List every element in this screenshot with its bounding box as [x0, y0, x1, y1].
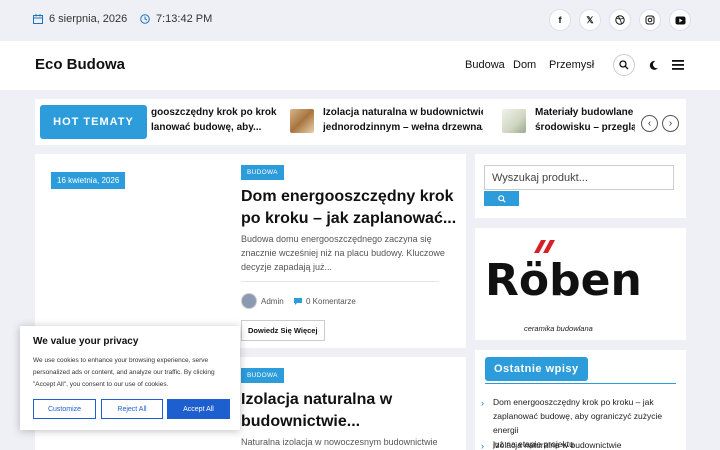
search-icon	[619, 60, 629, 70]
site-header: Eco Budowa Budowa Dom Przemysł	[0, 41, 720, 90]
dribbble-icon[interactable]	[609, 9, 631, 31]
clock-icon	[140, 14, 150, 24]
hot-topics-bar: HOT TEMATY gooszczędny krok po kroku lano…	[35, 99, 686, 145]
date-display: 6 sierpnia, 2026	[33, 13, 127, 25]
date-text: 6 sierpnia, 2026	[49, 13, 128, 25]
recent-post-link[interactable]: › Izolacja naturalna w budownictwie	[481, 438, 678, 450]
hot-topic-thumbnail[interactable]	[502, 109, 526, 133]
facebook-icon[interactable]: f	[549, 9, 571, 31]
ad-tagline: ceramika budowlana	[524, 324, 593, 333]
avatar	[241, 293, 257, 309]
post-comments[interactable]: 0 Komentarze	[294, 297, 356, 306]
hot-topic-item[interactable]: gooszczędny krok po kroku lanować budowę,…	[151, 105, 277, 135]
moon-icon	[649, 60, 658, 70]
hot-topic-thumbnail[interactable]	[290, 109, 314, 133]
calendar-icon	[33, 14, 43, 24]
nav-item-dom[interactable]: Dom	[513, 59, 536, 71]
search-input[interactable]: Wyszukaj produkt...	[484, 165, 674, 190]
chevron-right-icon: ›	[668, 118, 673, 129]
post-excerpt: Budowa domu energooszczędnego zaczyna si…	[241, 234, 445, 272]
post-title[interactable]: Izolacja naturalna w budownictwie...	[241, 389, 461, 433]
widget-title: Ostatnie wpisy	[485, 357, 588, 381]
time-display: 7:13:42 PM	[140, 13, 212, 25]
hot-topic-item[interactable]: Izolacja naturalna w budownictwie jednoro…	[323, 105, 483, 135]
consent-text: We use cookies to enhance your browsing …	[33, 357, 215, 388]
search-submit-button[interactable]	[484, 191, 519, 206]
reject-all-button[interactable]: Reject All	[101, 399, 163, 419]
prev-arrow-button[interactable]: ‹	[641, 115, 658, 132]
post-date-badge[interactable]: 16 kwietnia, 2026	[51, 172, 126, 189]
youtube-icon[interactable]	[669, 9, 691, 31]
menu-button[interactable]	[667, 54, 689, 76]
post-title[interactable]: Dom energooszczędny krok po kroku – jak z…	[241, 186, 461, 230]
chevron-right-icon: ›	[481, 441, 484, 450]
nav-item-przemysl[interactable]: Przemysł	[549, 59, 594, 71]
consent-title: We value your privacy	[33, 336, 139, 347]
chevron-left-icon: ‹	[647, 118, 652, 129]
category-badge[interactable]: BUDOWA	[241, 165, 284, 180]
category-badge[interactable]: BUDOWA	[241, 368, 284, 383]
time-text: 7:13:42 PM	[156, 13, 213, 25]
roben-logo-graphic: Röben	[485, 240, 642, 306]
next-arrow-button[interactable]: ›	[662, 115, 679, 132]
instagram-icon[interactable]	[639, 9, 661, 31]
roben-logo-text: Röben	[485, 255, 639, 306]
cookie-consent-banner: We value your privacy We use cookies to …	[20, 326, 240, 430]
x-icon[interactable]: 𝕏	[579, 9, 601, 31]
post-card: 16 kwietnia, 2026 BUDOWA Dom energooszcz…	[35, 154, 466, 348]
hamburger-icon	[672, 60, 684, 70]
nav-item-budowa[interactable]: Budowa	[465, 59, 505, 71]
search-icon	[497, 194, 506, 203]
search-widget: Wyszukaj produkt...	[475, 154, 686, 218]
roben-logo[interactable]: Röben ceramika budowlana	[484, 240, 642, 333]
title-underline	[485, 383, 676, 384]
post-author[interactable]: Admin	[241, 293, 284, 309]
chevron-right-icon: ›	[481, 398, 484, 408]
read-more-button[interactable]: Dowiedz Się Więcej	[241, 320, 325, 341]
post-excerpt: Naturalna izolacja w nowoczesnym budowni…	[241, 437, 438, 447]
search-button[interactable]	[613, 54, 635, 76]
comment-icon	[294, 298, 302, 305]
recent-posts-widget: Ostatnie wpisy › Dom energooszczędny kro…	[475, 350, 686, 450]
hot-topic-item[interactable]: Materiały budowlane prśrodowisku – przeg…	[535, 105, 635, 135]
accept-all-button[interactable]: Accept All	[167, 399, 230, 419]
site-logo[interactable]: Eco Budowa	[35, 56, 125, 73]
top-bar: 6 sierpnia, 2026 7:13:42 PM f 𝕏	[0, 0, 720, 41]
dark-mode-toggle[interactable]	[642, 54, 664, 76]
ad-widget: Röben ceramika budowlana	[475, 228, 686, 340]
hot-topics-label: HOT TEMATY	[40, 105, 147, 139]
customize-button[interactable]: Customize	[33, 399, 96, 419]
divider	[241, 281, 439, 282]
